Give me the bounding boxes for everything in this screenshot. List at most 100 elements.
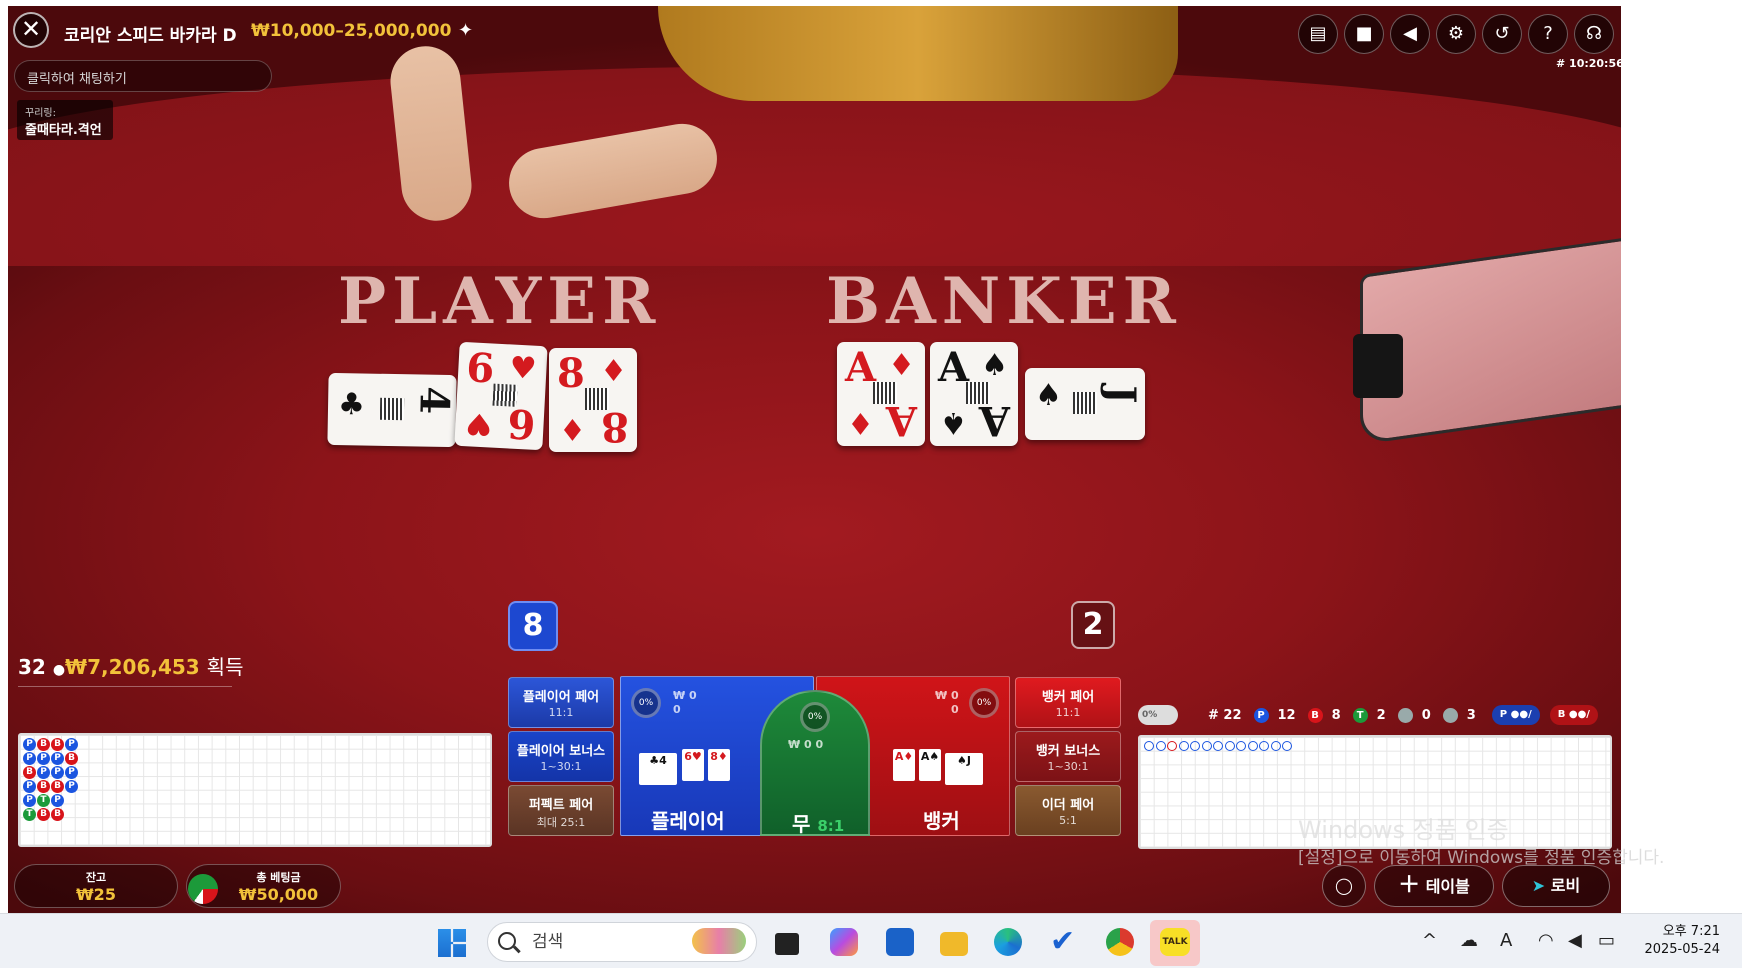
bead-road-entry: P — [37, 752, 50, 765]
winners-amount: ₩7,206,453 — [65, 655, 200, 679]
total-bet-label: 총 베팅금 — [256, 871, 301, 884]
sound-icon[interactable]: ◀ — [1390, 14, 1430, 54]
banker-bonus-bet[interactable]: 뱅커 보너스 1~30:1 — [1015, 731, 1121, 782]
support-icon[interactable]: ☊ — [1574, 14, 1614, 54]
wifi-icon[interactable]: ◠ — [1538, 930, 1554, 951]
balance-value: ₩25 — [76, 885, 116, 904]
table-title: 코리안 스피드 바카라 D — [64, 26, 237, 46]
big-road-entry — [1213, 741, 1223, 751]
copilot-icon[interactable] — [830, 928, 858, 956]
gear-icon[interactable]: ⚙ — [1436, 14, 1476, 54]
bead-road-entry: P — [51, 752, 64, 765]
player-bonus-bet[interactable]: 플레이어 보너스 1~30:1 — [508, 731, 614, 782]
tie-stat: ₩ 0 0 — [788, 738, 824, 751]
big-road-entry — [1190, 741, 1200, 751]
card-suit: ♦ — [847, 405, 874, 440]
banker-pct: 0% — [969, 688, 999, 718]
player-card-1: ♣ 4 — [327, 372, 458, 448]
chat-icon[interactable]: ▤ — [1298, 14, 1338, 54]
round-time: # 10:20:56 — [1556, 57, 1624, 70]
banker-prediction[interactable]: B ●●/ — [1549, 705, 1598, 725]
close-icon[interactable]: ✕ — [13, 12, 49, 48]
chat-input[interactable]: 클릭하여 채팅하기 — [14, 60, 272, 92]
lobby-button[interactable]: ➤ 로비 — [1502, 865, 1610, 907]
bead-road-entry: P — [51, 766, 64, 779]
banker-people: 0 — [950, 703, 959, 716]
help-icon[interactable]: ? — [1528, 14, 1568, 54]
bet-odds: 1~30:1 — [540, 760, 582, 773]
divider — [18, 686, 232, 687]
winners-count: 32 — [18, 655, 46, 679]
big-road-entry — [1201, 741, 1212, 751]
tie-pct: 0% — [800, 702, 830, 732]
file-explorer-icon[interactable] — [940, 932, 968, 956]
player-pair-bet[interactable]: 플레이어 페어 11:1 — [508, 677, 614, 728]
onedrive-icon[interactable]: ☁ — [1460, 930, 1478, 951]
todo-icon[interactable]: ✔ — [1050, 927, 1078, 957]
chrome-icon[interactable] — [1106, 928, 1134, 956]
round-count: # 22 — [1208, 707, 1242, 723]
video-icon[interactable]: ■ — [1344, 14, 1384, 54]
banker-stat: ₩ 0 0 — [935, 689, 959, 717]
banker-card-2: A ♠ A ♠ — [930, 342, 1018, 446]
bet-name: 뱅커 페어 — [1041, 690, 1095, 705]
card-suit: ♠ — [981, 348, 1008, 383]
bead-road-entry: B — [51, 780, 64, 793]
history-icon[interactable]: ↺ — [1482, 14, 1522, 54]
bet-odds: 1~30:1 — [1047, 760, 1089, 773]
perfect-pair-bet[interactable]: 퍼펙트 페어 최대 25:1 — [508, 785, 614, 836]
bead-road-entry: P — [23, 794, 36, 807]
bead-road-entry: B — [51, 808, 64, 821]
bet-name: 플레이어 보너스 — [516, 744, 606, 759]
tie-bet-area[interactable]: 0% ₩ 0 0 무 8:1 — [760, 690, 870, 836]
battery-icon[interactable]: ▭ — [1598, 930, 1615, 951]
bead-road-entry: P — [23, 780, 36, 793]
shoe-stats: 0% # 22 P 12 B8 T2 0 3 P ●●/ B ●●/ — [1138, 705, 1598, 725]
card-shoe-slot — [1353, 334, 1403, 398]
player-people: 0 — [673, 703, 681, 716]
player-pair-icon — [1397, 707, 1413, 723]
add-table-button[interactable]: ＋ 테이블 — [1374, 865, 1494, 907]
bet-name: 플레이어 페어 — [522, 690, 600, 705]
volume-icon[interactable]: ◀ — [1568, 930, 1582, 951]
big-road-entry — [1224, 741, 1235, 751]
stats-toggle[interactable]: 0% — [1138, 705, 1178, 725]
big-road-entry — [1144, 741, 1154, 751]
search-icon — [498, 932, 516, 950]
felt-player-word: PLAYER — [338, 264, 662, 339]
card-rank: 8 — [601, 403, 629, 450]
winners-summary: 32 ●₩7,206,453 획득 — [18, 651, 243, 680]
activation-watermark-sub: [설정]으로 이동하여 Windows를 정품 인증합니다. — [1298, 848, 1665, 868]
player-prediction[interactable]: P ●●/ — [1491, 705, 1540, 725]
player-card-2: 6 ♥ 6 ♥ — [454, 341, 548, 451]
player-bet-label: 플레이어 — [651, 809, 725, 833]
player-dot-icon: P — [1253, 707, 1269, 723]
store-icon[interactable] — [886, 928, 914, 956]
taskbar-clock[interactable]: 오후 7:21 2025-05-24 — [1640, 923, 1720, 959]
kakaotalk-icon[interactable]: TALK — [1150, 920, 1200, 966]
chip-icon[interactable]: ◯ — [1322, 865, 1366, 907]
chevron-up-icon[interactable]: ^ — [1422, 930, 1437, 951]
big-road-entry — [1167, 741, 1177, 751]
decoration-label: 꾸리링: — [25, 108, 56, 119]
mini-card: ♠J — [945, 753, 983, 785]
pin-icon[interactable]: ✦ — [458, 20, 473, 41]
decoration-tag: 꾸리링: 줄때타라.격언 — [17, 100, 113, 140]
either-pair-bet[interactable]: 이더 페어 5:1 — [1015, 785, 1121, 836]
bead-road-entry: P — [23, 738, 36, 751]
clock-date: 2025-05-24 — [1644, 942, 1720, 957]
edge-icon[interactable] — [994, 928, 1022, 956]
felt-banker-word: BANKER — [826, 264, 1182, 339]
bead-road-entry: B — [37, 780, 50, 793]
task-view-icon[interactable] — [775, 933, 799, 955]
plus-icon: ＋ — [1398, 873, 1421, 898]
ime-icon[interactable]: A — [1500, 930, 1512, 951]
banker-pair-bet[interactable]: 뱅커 페어 11:1 — [1015, 677, 1121, 728]
bead-road[interactable]: PBBPPPPBBPPPPBBPPTPTBB — [18, 733, 492, 847]
banker-won: ₩ 0 — [935, 689, 959, 702]
bead-road-entry: P — [51, 794, 64, 807]
bead-road-entry: B — [37, 738, 50, 751]
banker-pair-count: 3 — [1466, 707, 1476, 723]
mini-card: ♣4 — [639, 753, 677, 785]
card-rank: J — [1099, 385, 1145, 404]
